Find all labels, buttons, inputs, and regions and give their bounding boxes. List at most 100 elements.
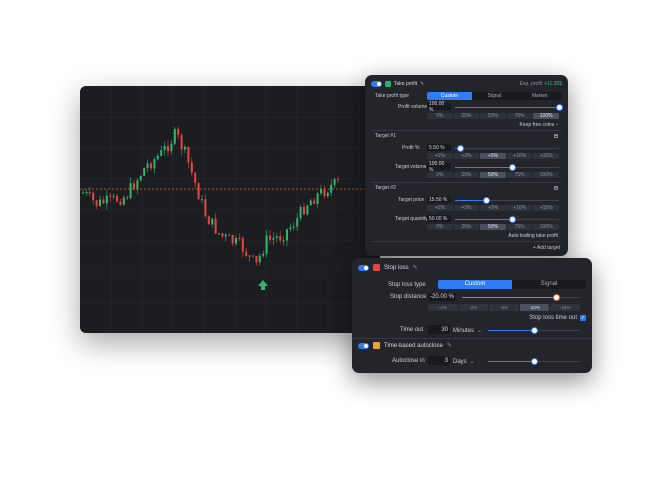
time-out-input[interactable]: 30 — [428, 325, 450, 334]
exp-profit-value: +11.26$ — [544, 81, 562, 87]
candle-body — [221, 233, 224, 237]
autoclose-slider[interactable] — [488, 359, 580, 364]
take-profit-type-selector[interactable]: Custom Signal Market — [427, 92, 562, 100]
chip[interactable]: +2% — [453, 153, 480, 159]
autoclose-unit-select[interactable]: Days ⌄ — [453, 358, 475, 366]
target-price-slider[interactable] — [455, 198, 559, 203]
candle-body — [163, 145, 166, 151]
candle-body — [316, 193, 319, 204]
candle-body — [112, 195, 115, 197]
candle-body — [177, 128, 180, 135]
edit-icon[interactable]: ✎ — [447, 342, 452, 349]
chip[interactable]: +1% — [427, 205, 453, 211]
candle-body — [102, 199, 105, 204]
candle-body — [231, 235, 234, 244]
candle-body — [201, 199, 203, 201]
target-quantity-input[interactable]: 50.00 % — [427, 215, 451, 222]
chip[interactable]: +15% — [533, 205, 559, 211]
time-out-slider[interactable] — [488, 328, 580, 333]
profit-percent-input[interactable]: 5.50 % — [427, 144, 451, 151]
chip[interactable]: 25% — [453, 224, 480, 230]
sl-type-signal[interactable]: Signal — [512, 280, 586, 289]
chip[interactable]: +5% — [480, 205, 506, 211]
edit-icon[interactable]: ✎ — [413, 264, 418, 271]
chip[interactable]: +1% — [427, 153, 453, 159]
sl-type-custom[interactable]: Custom — [438, 280, 512, 289]
keep-free-coins-checkbox[interactable]: ▪ — [556, 122, 558, 128]
chip[interactable]: 25% — [453, 113, 480, 119]
buy-arrow-icon — [258, 280, 268, 290]
chip[interactable]: -15% — [550, 304, 580, 311]
candle-body — [292, 226, 295, 228]
chip[interactable]: 0% — [427, 113, 453, 119]
chip[interactable]: -10% — [519, 304, 550, 311]
tp-type-custom[interactable]: Custom — [427, 92, 472, 100]
candle-body — [119, 201, 122, 205]
candle-body — [238, 238, 241, 240]
stop-distance-chips: -1% -2% -5% -10% -15% — [428, 304, 580, 311]
take-profit-toggle[interactable] — [371, 81, 382, 87]
target-volume-input[interactable]: 100.00 % — [427, 161, 451, 173]
chip[interactable]: 0% — [427, 172, 453, 178]
chip[interactable]: 75% — [506, 113, 533, 119]
chip[interactable]: 50% — [480, 113, 506, 119]
chip[interactable]: 75% — [506, 172, 533, 178]
profit-percent-slider[interactable] — [455, 146, 559, 151]
autoclose-input[interactable]: 3 — [428, 356, 450, 365]
chevron-down-icon: ⌄ — [469, 359, 475, 365]
candle-body — [207, 216, 210, 225]
stop-loss-type-selector[interactable]: Custom Signal — [438, 280, 586, 289]
target-quantity-slider[interactable] — [455, 217, 559, 222]
stop-distance-input[interactable]: -20.00 % — [428, 293, 456, 301]
chip[interactable]: +2% — [453, 205, 480, 211]
candle-body — [320, 188, 322, 194]
candle-body — [323, 188, 326, 197]
autoclose-toggle[interactable] — [358, 342, 369, 349]
chip[interactable]: +15% — [533, 153, 559, 159]
candle-body — [85, 192, 88, 194]
stop-loss-toggle[interactable] — [358, 264, 369, 271]
chip[interactable]: +10% — [506, 205, 533, 211]
target-volume-slider[interactable] — [455, 165, 559, 170]
price-chart-window[interactable] — [80, 86, 380, 333]
chip[interactable]: -2% — [458, 304, 489, 311]
tp-type-market[interactable]: Market — [517, 92, 562, 100]
chip[interactable]: 50% — [480, 172, 506, 178]
candlestick-chart[interactable] — [80, 86, 380, 333]
chip[interactable]: +10% — [506, 153, 533, 159]
chip[interactable]: -1% — [428, 304, 458, 311]
take-profit-type-label: Take profit type — [375, 93, 409, 99]
candle-body — [197, 183, 200, 200]
delete-target-2-icon[interactable] — [554, 186, 558, 190]
stop-distance-slider[interactable] — [462, 295, 580, 300]
chip[interactable]: 100% — [533, 172, 559, 178]
candle-body — [116, 195, 118, 202]
chip[interactable]: +5% — [480, 153, 506, 159]
stop-loss-time-out-checkbox[interactable]: ✓ — [580, 315, 586, 321]
chip[interactable]: 75% — [506, 224, 533, 230]
target-price-input[interactable]: 15.50 % — [427, 196, 451, 203]
chip[interactable]: 50% — [480, 224, 506, 230]
candle-body — [167, 145, 169, 152]
profit-volume-slider[interactable] — [455, 105, 562, 110]
edit-icon[interactable]: ✎ — [420, 81, 424, 87]
candle-body — [235, 238, 237, 244]
chip[interactable]: 100% — [533, 224, 559, 230]
candle-body — [139, 175, 142, 181]
chip[interactable]: -5% — [489, 304, 519, 311]
profit-volume-input[interactable]: 100.00 % — [427, 101, 451, 113]
autoclose-label: Autoclose in — [392, 358, 425, 364]
exp-profit-label: Exp. profit — [519, 81, 543, 87]
add-target-button[interactable]: + Add target — [533, 245, 560, 251]
candle-body — [187, 146, 190, 163]
tp-type-signal[interactable]: Signal — [472, 92, 517, 100]
profit-percent-chips: +1% +2% +5% +10% +15% — [427, 153, 559, 159]
time-out-unit-select[interactable]: Minutes ⌄ — [453, 327, 482, 335]
candle-body — [245, 251, 248, 256]
chip[interactable]: 25% — [453, 172, 480, 178]
candle-body — [337, 178, 339, 180]
candle-body — [296, 218, 299, 227]
delete-target-1-icon[interactable] — [554, 134, 558, 138]
chip[interactable]: 0% — [427, 224, 453, 230]
chip[interactable]: 100% — [533, 113, 559, 119]
